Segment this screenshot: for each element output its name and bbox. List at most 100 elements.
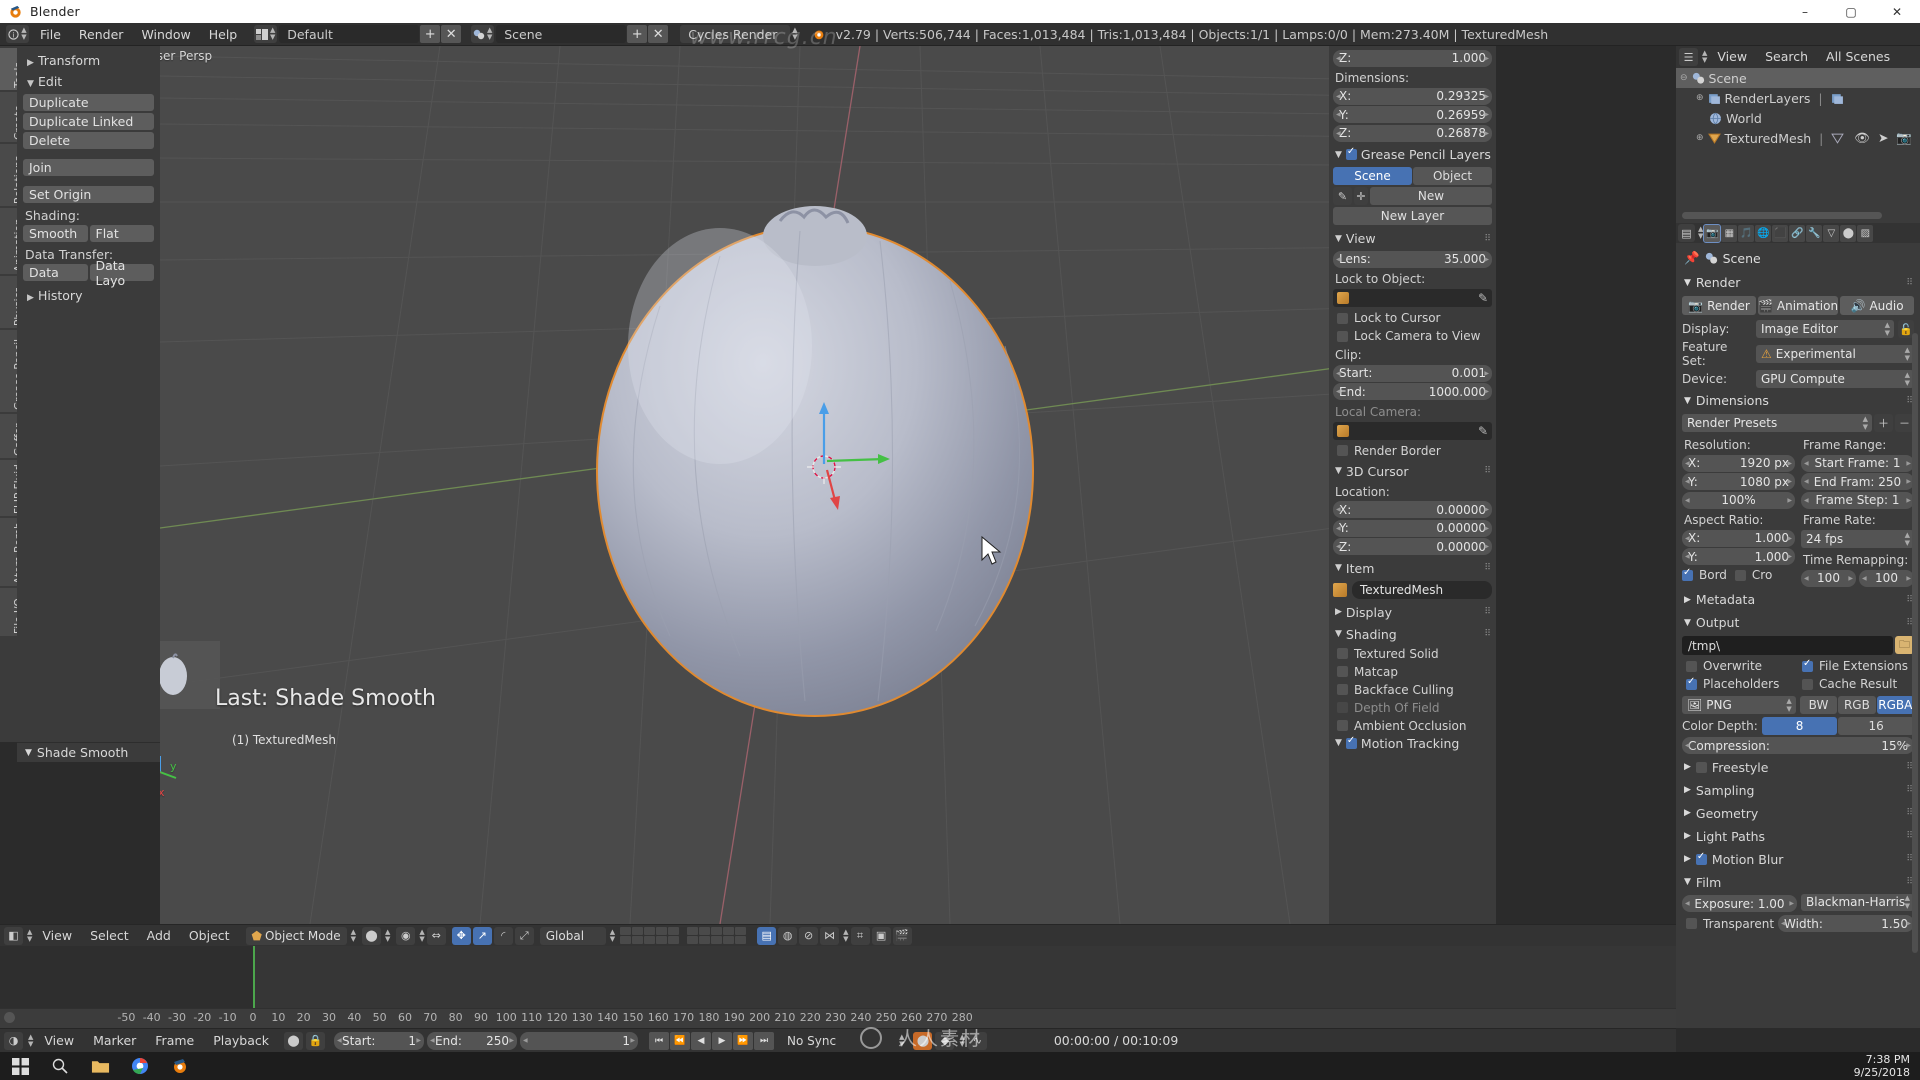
ambient-occlusion-checkbox[interactable] — [1337, 720, 1348, 731]
matcap-row[interactable]: Matcap — [1333, 663, 1492, 681]
menu-window[interactable]: Window — [132, 23, 199, 46]
taskbar-chrome-icon[interactable] — [120, 1052, 160, 1080]
gp-object-toggle[interactable]: Object — [1413, 167, 1492, 185]
tab-object[interactable]: ⬛ — [1772, 224, 1789, 242]
menu-file[interactable]: File — [31, 23, 70, 46]
color-mode-bw[interactable]: BW — [1799, 696, 1838, 714]
jump-prev-keyframe-button[interactable]: ⏪ — [670, 1031, 691, 1050]
film-panel-header[interactable]: ▼ Film ⠿ — [1682, 871, 1914, 894]
motion-tracking-checkbox[interactable] — [1345, 735, 1357, 749]
cache-result-row[interactable]: Cache Result — [1798, 675, 1897, 693]
cursor-z-field[interactable]: Z: 0.00000 — [1333, 538, 1492, 555]
viewport-menu-view[interactable]: View — [34, 925, 80, 947]
minimize-button[interactable]: – — [1782, 0, 1828, 23]
motion-blur-checkbox[interactable] — [1695, 851, 1707, 865]
tab-object-data[interactable]: ▽ — [1823, 224, 1840, 242]
transform-section-header[interactable]: ▶ Transform — [23, 50, 154, 71]
tab-constraints[interactable]: 🔗 — [1789, 224, 1806, 242]
edit-section-header[interactable]: ▼ Edit — [23, 71, 154, 92]
motion-blur-panel-header[interactable]: ▶ Motion Blur ⠿ — [1682, 848, 1914, 871]
sync-mode-select[interactable]: No Sync — [787, 1034, 836, 1048]
cursor-panel-header[interactable]: ▼ 3D Cursor ⠿ — [1333, 460, 1492, 482]
scale-z-field[interactable]: Z: 1.000 — [1333, 49, 1492, 67]
toolshelf-tab-flip-fluid[interactable]: FLIP Fluid — [0, 460, 25, 516]
color-mode-rgb[interactable]: RGB — [1838, 696, 1876, 714]
timeline-editor[interactable]: -50 -40 -30 -20 -10 0 10 20 30 40 50 60 70 80 90 100 110… — [0, 946, 1676, 1032]
output-path-field[interactable]: /tmp\ — [1682, 636, 1893, 655]
lock-to-cursor-checkbox[interactable] — [1337, 312, 1348, 324]
last-operator-panel[interactable]: ▼ Shade Smooth — [17, 742, 160, 762]
manipulator-toggle-icon[interactable]: ✥ — [451, 926, 471, 945]
grease-pencil-checkbox[interactable] — [1345, 146, 1357, 160]
film-exposure-field[interactable]: Exposure: 1.00 — [1682, 895, 1797, 912]
record-icon[interactable]: ⬤ — [913, 1031, 933, 1050]
maximize-button[interactable]: ▢ — [1828, 0, 1874, 23]
gp-pencil-icon[interactable]: ✎ — [1333, 187, 1352, 205]
timeline-playhead[interactable] — [253, 946, 255, 1008]
lock-camera-to-view-checkbox[interactable] — [1337, 330, 1348, 342]
pivot-point-icon[interactable]: ◉ — [396, 926, 416, 945]
taskbar-file-explorer-icon[interactable] — [80, 1052, 120, 1080]
placeholders-row[interactable]: Placeholders — [1682, 675, 1798, 693]
time-remap-new-field[interactable]: 100 — [1859, 569, 1914, 587]
timeline-track-area[interactable] — [0, 946, 1676, 1008]
delete-button[interactable]: Delete — [23, 132, 154, 149]
outliner-row-texturedmesh[interactable]: ⊕ TexturedMesh | 👁 ➤ 📷 — [1676, 128, 1920, 148]
device-select[interactable]: GPU Compute ▲ ▼ — [1756, 370, 1914, 388]
render-presets-select[interactable]: Render Presets ▲ ▼ — [1682, 414, 1872, 432]
keying-set-lock-icon[interactable]: 🔒 — [306, 1031, 326, 1050]
jump-to-start-button[interactable]: ⏮ — [649, 1031, 670, 1050]
motion-tracking-panel-header[interactable]: ▼ Motion Tracking — [1333, 735, 1492, 754]
shade-flat-button[interactable]: Flat — [89, 225, 154, 242]
tab-world[interactable]: 🌐 — [1755, 224, 1772, 242]
play-button[interactable]: ▶ — [712, 1031, 733, 1050]
render-border-checkbox[interactable] — [1337, 445, 1348, 456]
pixel-filter-select[interactable]: Blackman-Harris ▲ ▼ — [1801, 893, 1914, 911]
render-image-button[interactable]: 📷 Render — [1682, 296, 1756, 315]
manipulator-rotate-icon[interactable]: ◜ — [493, 926, 513, 945]
resolution-y-field[interactable]: Y: 1080 px — [1682, 473, 1795, 490]
cache-result-checkbox[interactable] — [1802, 678, 1813, 690]
add-preset-icon[interactable]: ＋ — [1874, 414, 1893, 432]
jump-to-end-button[interactable]: ⏭ — [754, 1031, 775, 1050]
lock-scene-icon[interactable]: ▤ — [757, 926, 777, 945]
dimension-z-field[interactable]: Z: 0.26878 — [1333, 124, 1492, 142]
aspect-x-field[interactable]: X: 1.000 — [1682, 529, 1795, 547]
toolshelf-tab-tools[interactable]: Tools — [0, 48, 25, 90]
lock-to-cursor-row[interactable]: Lock to Cursor — [1333, 309, 1492, 327]
snap-element-icon[interactable]: ⋈ — [820, 926, 840, 945]
end-frame-field[interactable]: End: 250 — [427, 1031, 518, 1050]
manipulator-scale-icon[interactable]: ⤢ — [514, 926, 534, 945]
render-border-row[interactable]: Render Border — [1333, 442, 1492, 460]
placeholders-checkbox[interactable] — [1686, 676, 1697, 690]
aspect-y-field[interactable]: Y: 1.000 — [1682, 548, 1795, 565]
screen-layout-icon[interactable]: ▲ ▼ — [254, 25, 278, 43]
dimension-x-field[interactable]: X: 0.29325 — [1333, 87, 1492, 105]
start-frame-field[interactable]: Start Frame: 1 — [1801, 454, 1914, 472]
resolution-percentage-field[interactable]: 100% — [1682, 491, 1795, 509]
clip-end-field[interactable]: End: 1000.000 — [1333, 383, 1492, 400]
crop-checkbox[interactable] — [1734, 569, 1746, 581]
lens-field[interactable]: Lens: 35.000 — [1333, 250, 1492, 268]
selectable-cursor-icon[interactable]: ➤ — [1878, 130, 1888, 146]
properties-editor[interactable]: ▤ ▲ ▼ 📷 ▦ 🎵 🌐 ⬛ 🔗 🔧 ▽ ⬤ ▨ 📌 Scene ▼ Rende… — [1676, 223, 1920, 1028]
history-section-header[interactable]: ▶ History — [23, 285, 154, 306]
renderlayer-data-icon[interactable] — [1831, 92, 1844, 105]
viewport-menu-add[interactable]: Add — [139, 925, 179, 947]
snap-target-icon[interactable]: ⌗ — [850, 926, 870, 945]
filter-width-field[interactable]: Width: 1.50 — [1778, 915, 1914, 932]
editor-type-info-icon[interactable]: i ▲ ▼ — [6, 25, 29, 43]
play-reverse-button[interactable]: ◀ — [691, 1031, 712, 1050]
scene-browse-icon[interactable]: ▲ ▼ — [471, 25, 495, 43]
outliner-menu-search[interactable]: Search — [1757, 46, 1816, 68]
resolution-x-field[interactable]: X: 1920 px — [1682, 454, 1795, 472]
taskbar-search-icon[interactable] — [40, 1052, 80, 1080]
editor-type-outliner-icon[interactable]: ☰ — [1679, 48, 1698, 66]
viewport-menu-select[interactable]: Select — [82, 925, 137, 947]
dimension-y-field[interactable]: Y: 0.26959 — [1333, 106, 1492, 123]
sampling-panel-header[interactable]: ▶ Sampling ⠿ — [1682, 779, 1914, 802]
delete-screen-layout-button[interactable]: ✕ — [441, 25, 462, 43]
renderable-camera-icon[interactable]: 📷 — [1896, 130, 1912, 146]
editor-type-timeline-icon[interactable]: ◑ — [4, 1031, 23, 1050]
file-format-select[interactable]: 🖼 PNG ▲ ▼ — [1682, 696, 1796, 714]
